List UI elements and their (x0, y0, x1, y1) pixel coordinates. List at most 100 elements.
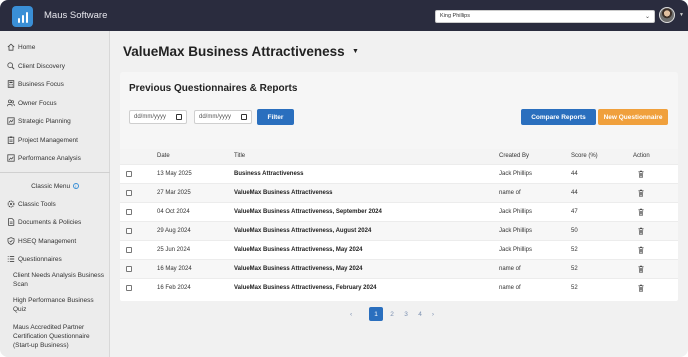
cell-title[interactable]: ValueMax Business Attractiveness, May 20… (234, 266, 363, 272)
cell-created-by: name of (499, 285, 521, 291)
cell-date: 27 Mar 2025 (157, 190, 191, 196)
column-header-date[interactable]: Date (157, 153, 170, 159)
classic-menu-heading: Classic Menu i (0, 183, 110, 190)
row-checkbox[interactable] (126, 285, 132, 291)
sidebar-item-documents-policies[interactable]: Documents & Policies (7, 216, 81, 228)
sidebar-item-label: Performance Analysis (18, 154, 81, 162)
row-checkbox[interactable] (126, 247, 132, 253)
cell-created-by: Jack Phillips (499, 171, 533, 177)
pagination-next[interactable]: › (430, 307, 436, 321)
caret-down-icon[interactable]: ▼ (352, 48, 359, 55)
column-header-action: Action (633, 153, 650, 159)
sidebar-item-classic-tools[interactable]: Classic Tools (7, 198, 56, 210)
maus-logo-icon[interactable] (12, 6, 33, 27)
sidebar-item-label: Strategic Planning (18, 117, 71, 125)
table-row[interactable]: 25 Jun 2024 ValueMax Business Attractiven… (120, 240, 678, 259)
sidebar-item-strategic-planning[interactable]: Strategic Planning (7, 115, 71, 127)
trash-icon[interactable] (638, 208, 644, 216)
gear-icon (7, 200, 15, 208)
pagination-page-1[interactable]: 1 (369, 307, 383, 321)
sidebar-item-label: Home (18, 43, 36, 51)
chart-icon (7, 154, 15, 162)
date-to-placeholder: dd/mm/yyyy (199, 114, 232, 120)
cell-title[interactable]: ValueMax Business Attractiveness, Februa… (234, 285, 377, 291)
cell-title[interactable]: ValueMax Business Attractiveness, Septem… (234, 209, 382, 215)
date-from-placeholder: dd/mm/yyyy (134, 114, 167, 120)
list-icon (7, 255, 15, 263)
home-icon (7, 43, 15, 51)
sidebar-item-label: Business Focus (18, 80, 64, 88)
sidebar-subitem-partner-certification[interactable]: Maus Accredited Partner Certification Qu… (13, 323, 105, 350)
row-checkbox[interactable] (126, 266, 132, 272)
sidebar-item-questionnaires[interactable]: Questionnaires (7, 253, 62, 265)
cell-title[interactable]: ValueMax Business Attractiveness (234, 190, 333, 196)
document-icon (7, 218, 15, 226)
sidebar-item-hseq-management[interactable]: HSEQ Management (7, 235, 76, 247)
main-content: ValueMax Business Attractiveness ▼ Previ… (111, 31, 688, 357)
clipboard-icon (7, 136, 15, 144)
trash-icon[interactable] (638, 265, 644, 273)
row-checkbox[interactable] (126, 228, 132, 234)
row-checkbox[interactable] (126, 209, 132, 215)
sidebar-subitem-high-performance-quiz[interactable]: High Performance Business Quiz (13, 296, 105, 314)
date-to-input[interactable]: dd/mm/yyyy (194, 110, 252, 124)
trash-icon[interactable] (638, 170, 644, 178)
pagination-page-3[interactable]: 3 (402, 307, 410, 321)
table-header: Date Title Created By Score (%) Action (120, 149, 678, 164)
cell-score: 47 (571, 209, 578, 215)
date-from-input[interactable]: dd/mm/yyyy (129, 110, 187, 124)
cell-date: 16 May 2024 (157, 266, 192, 272)
sidebar-item-client-discovery[interactable]: Client Discovery (7, 60, 65, 72)
cell-score: 44 (571, 171, 578, 177)
pagination-page-4[interactable]: 4 (416, 307, 424, 321)
table-row[interactable]: 04 Oct 2024 ValueMax Business Attractiven… (120, 202, 678, 221)
trash-icon[interactable] (638, 284, 644, 292)
sidebar-item-label: Documents & Policies (18, 218, 82, 226)
cell-score: 52 (571, 285, 578, 291)
row-checkbox[interactable] (126, 171, 132, 177)
table-row[interactable]: 16 Feb 2024 ValueMax Business Attractiven… (120, 278, 678, 297)
calendar-icon[interactable] (241, 114, 247, 120)
sidebar-item-home[interactable]: Home (7, 41, 35, 53)
cell-date: 16 Feb 2024 (157, 285, 191, 291)
pagination-prev[interactable]: ‹ (350, 307, 352, 321)
row-checkbox[interactable] (126, 190, 132, 196)
reports-table: Date Title Created By Score (%) Action 1… (120, 149, 678, 301)
cell-title[interactable]: ValueMax Business Attractiveness, August… (234, 228, 371, 234)
sidebar-subitem-client-needs-analysis[interactable]: Client Needs Analysis Business Scan (13, 271, 105, 289)
sidebar: Home Client Discovery Business Focus Own… (0, 31, 110, 357)
compare-reports-button[interactable]: Compare Reports (521, 109, 596, 125)
sidebar-item-business-focus[interactable]: Business Focus (7, 78, 64, 90)
column-header-title[interactable]: Title (234, 153, 245, 159)
column-header-score[interactable]: Score (%) (571, 153, 598, 159)
trash-icon[interactable] (638, 227, 644, 235)
table-row[interactable]: 16 May 2024 ValueMax Business Attractiven… (120, 259, 678, 278)
cell-title[interactable]: ValueMax Business Attractiveness, May 20… (234, 247, 363, 253)
table-row[interactable]: 13 May 2025 Business Attractiveness Jack P… (120, 164, 678, 183)
user-select[interactable]: King Phillips ⌄ (435, 10, 655, 23)
table-row[interactable]: 27 Mar 2025 ValueMax Business Attractiven… (120, 183, 678, 202)
sidebar-item-project-management[interactable]: Project Management (7, 134, 78, 146)
sidebar-item-owner-focus[interactable]: Owner Focus (7, 97, 57, 109)
avatar[interactable] (659, 7, 675, 23)
cell-title[interactable]: Business Attractiveness (234, 171, 303, 177)
section-title: Previous Questionnaires & Reports (129, 83, 298, 94)
trash-icon[interactable] (638, 189, 644, 197)
caret-down-icon[interactable]: ▼ (679, 12, 684, 18)
search-icon (7, 62, 15, 70)
sidebar-item-label: Client Discovery (18, 62, 65, 70)
info-icon[interactable]: i (72, 183, 79, 190)
filter-button[interactable]: Filter (257, 109, 294, 125)
trash-icon[interactable] (638, 246, 644, 254)
sidebar-item-label: HSEQ Management (18, 237, 77, 245)
shield-icon (7, 237, 15, 245)
new-questionnaire-button[interactable]: New Questionnaire (598, 109, 668, 125)
pagination-page-2[interactable]: 2 (388, 307, 396, 321)
page-title[interactable]: ValueMax Business Attractiveness (123, 44, 345, 59)
sidebar-item-performance-analysis[interactable]: Performance Analysis (7, 152, 81, 164)
column-header-created-by[interactable]: Created By (499, 153, 529, 159)
cell-score: 50 (571, 228, 578, 234)
table-row[interactable]: 29 Aug 2024 ValueMax Business Attractiven… (120, 221, 678, 240)
sidebar-item-label: Classic Tools (18, 200, 56, 208)
calendar-icon[interactable] (176, 114, 182, 120)
